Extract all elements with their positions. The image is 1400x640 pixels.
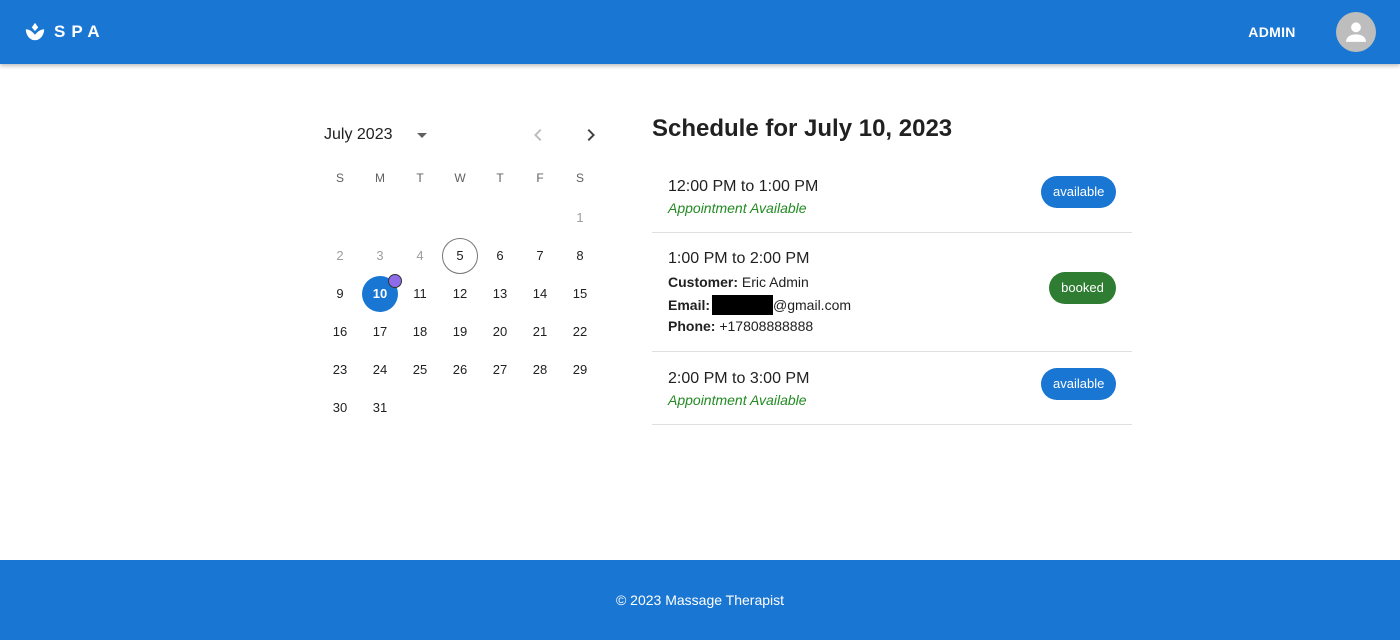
- calendar-day[interactable]: 14: [522, 276, 558, 312]
- footer: © 2023 Massage Therapist: [0, 560, 1400, 640]
- status-chip-available[interactable]: available: [1041, 368, 1116, 400]
- brand-logo[interactable]: SPA: [24, 20, 106, 44]
- calendar-day[interactable]: 3: [362, 238, 398, 274]
- calendar-day[interactable]: 25: [402, 352, 438, 388]
- calendar-day[interactable]: 7: [522, 238, 558, 274]
- status-chip-available[interactable]: available: [1041, 176, 1116, 208]
- calendar-day[interactable]: 21: [522, 314, 558, 350]
- calendar-day[interactable]: 17: [362, 314, 398, 350]
- calendar-day[interactable]: 6: [482, 238, 518, 274]
- status-chip-booked[interactable]: booked: [1049, 272, 1116, 304]
- calendar-day[interactable]: 28: [522, 352, 558, 388]
- admin-button[interactable]: ADMIN: [1236, 16, 1308, 48]
- slot-status-text: Appointment Available: [668, 200, 807, 216]
- weekday-label: T: [496, 171, 504, 185]
- calendar-day[interactable]: 15: [562, 276, 598, 312]
- calendar-day[interactable]: 1: [562, 200, 598, 236]
- calendar-day[interactable]: 26: [442, 352, 478, 388]
- slot-status-text: Appointment Available: [668, 392, 807, 408]
- calendar-day[interactable]: 29: [562, 352, 598, 388]
- calendar-day[interactable]: 16: [322, 314, 358, 350]
- slot-time: 1:00 PM to 2:00 PM: [668, 250, 810, 267]
- calendar-day[interactable]: 4: [402, 238, 438, 274]
- customer-label: Customer:: [668, 274, 739, 290]
- calendar-month-label[interactable]: July 2023: [324, 125, 393, 145]
- phone-line: Phone: +17808888888: [668, 317, 813, 335]
- calendar-day[interactable]: 23: [322, 352, 358, 388]
- caret-down-icon[interactable]: [410, 123, 434, 147]
- footer-copyright: © 2023 Massage Therapist: [615, 592, 785, 608]
- calendar-header: July 2023: [324, 120, 610, 150]
- calendar-day[interactable]: 22: [562, 314, 598, 350]
- weekday-label: M: [375, 171, 385, 185]
- chevron-right-icon[interactable]: [579, 123, 603, 147]
- redacted-block: [712, 295, 774, 315]
- phone-label: Phone:: [668, 318, 716, 334]
- calendar-day[interactable]: 13: [482, 276, 518, 312]
- schedule-slot: 1:00 PM to 2:00 PM Customer: Eric Admin …: [652, 233, 1132, 352]
- calendar-day[interactable]: 24: [362, 352, 398, 388]
- calendar-day[interactable]: 19: [442, 314, 478, 350]
- email-suffix: @gmail.com: [773, 297, 852, 313]
- calendar-day[interactable]: 12: [442, 276, 478, 312]
- calendar-day[interactable]: 31: [362, 390, 398, 426]
- avatar[interactable]: [1336, 12, 1376, 52]
- weekday-label: F: [536, 171, 544, 185]
- email-line: Email: @gmail.com: [668, 295, 851, 315]
- weekday-label: W: [454, 171, 466, 185]
- email-label: Email:: [668, 297, 711, 313]
- calendar-day-today[interactable]: 5: [442, 238, 478, 274]
- calendar-day[interactable]: 18: [402, 314, 438, 350]
- customer-line: Customer: Eric Admin: [668, 273, 809, 291]
- calendar-day[interactable]: 30: [322, 390, 358, 426]
- schedule-slot: 12:00 PM to 1:00 PM Appointment Availabl…: [652, 160, 1132, 233]
- weekday-label: S: [575, 171, 584, 185]
- calendar-day[interactable]: 11: [402, 276, 438, 312]
- calendar-day[interactable]: 27: [482, 352, 518, 388]
- calendar-weekday-row: S M T W T F S: [320, 166, 600, 190]
- phone-number: +17808888888: [719, 318, 814, 334]
- lotus-icon: [25, 22, 45, 41]
- slot-time: 2:00 PM to 3:00 PM: [668, 370, 810, 387]
- app-bar: SPA ADMIN: [0, 0, 1400, 64]
- person-icon: [1346, 22, 1366, 42]
- calendar-day[interactable]: 8: [562, 238, 598, 274]
- schedule-title: Schedule for July 10, 2023: [652, 115, 953, 142]
- calendar-day[interactable]: 9: [322, 276, 358, 312]
- calendar-day[interactable]: 2: [322, 238, 358, 274]
- chevron-left-icon[interactable]: [526, 123, 550, 147]
- appointment-badge: [388, 274, 402, 288]
- slot-time: 12:00 PM to 1:00 PM: [668, 178, 819, 195]
- calendar-day[interactable]: 20: [482, 314, 518, 350]
- weekday-label: S: [335, 171, 344, 185]
- customer-name: Eric Admin: [741, 274, 809, 290]
- schedule-slot: 2:00 PM to 3:00 PM Appointment Available…: [652, 352, 1132, 425]
- brand-name: SPA: [54, 22, 106, 41]
- weekday-label: T: [416, 171, 424, 185]
